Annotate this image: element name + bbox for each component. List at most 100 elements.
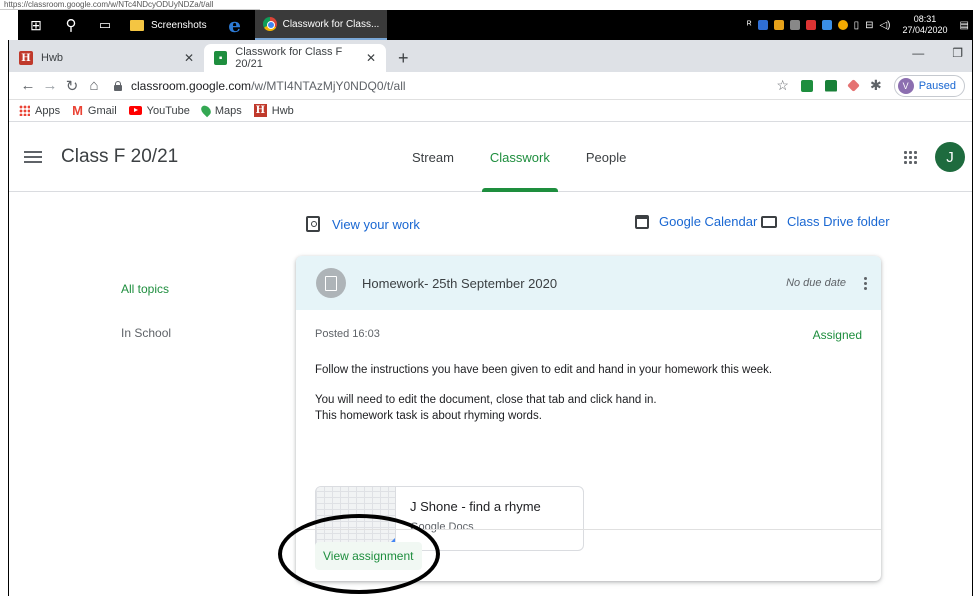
home-icon[interactable]: ⌂ (83, 77, 105, 94)
bookmark-hwb[interactable]: H Hwb (253, 104, 294, 117)
tab-classwork[interactable]: ▪ Classwork for Class F 20/21 ✕ (204, 44, 386, 72)
clock-date: 27/04/2020 (902, 25, 948, 35)
bookmark-apps[interactable]: Apps (19, 105, 60, 117)
close-tab-icon[interactable]: ✕ (366, 51, 376, 65)
tab-stream[interactable]: Stream (394, 123, 472, 192)
windows-start-icon[interactable]: ⊞ (18, 10, 54, 40)
tab-classwork-nav[interactable]: Classwork (472, 123, 568, 192)
bookmark-hwb-label: Hwb (271, 104, 294, 117)
back-icon[interactable]: ← (17, 77, 39, 94)
toolbar-right: ☆ ✱ V Paused (776, 74, 965, 97)
tab-classwork-title: Classwork for Class F 20/21 (235, 46, 343, 70)
left-margin (0, 10, 18, 40)
google-apps-icon[interactable] (903, 150, 917, 164)
new-tab-button[interactable]: + (386, 44, 421, 72)
bookmark-star-icon[interactable]: ☆ (776, 77, 789, 94)
top-url-text: https://classroom.google.com/w/NTc4NDcyO… (0, 0, 260, 10)
tab-hwb-title: Hwb (41, 52, 64, 64)
youtube-icon (128, 106, 142, 115)
topic-list: All topics In School (121, 282, 171, 370)
more-options-icon[interactable] (864, 276, 867, 290)
window-controls: — ❐ (912, 46, 963, 60)
reload-icon[interactable]: ↻ (61, 77, 83, 95)
system-tray: ᴿ ▯ ⊟ ◁) 08:31 27/04/2020 ▤ (747, 14, 973, 36)
profile-avatar: V (897, 77, 914, 94)
calendar-icon (635, 214, 649, 229)
browser-toolbar: ← → ↻ ⌂ classroom.google.com/w/MTI4NTAzM… (9, 72, 973, 100)
battery-icon[interactable]: ▯ (854, 20, 860, 31)
class-drive-link[interactable]: Class Drive folder (761, 214, 890, 229)
status-badge: Assigned (812, 328, 862, 342)
header-right: J (903, 142, 965, 172)
class-drive-label: Class Drive folder (787, 214, 890, 229)
tab-strip: H Hwb ✕ ▪ Classwork for Class F 20/21 ✕ … (9, 40, 973, 72)
user-avatar[interactable]: J (935, 142, 965, 172)
instruction-line: This homework task is about rhyming word… (315, 410, 542, 422)
tray-app-icon[interactable] (789, 20, 800, 30)
folder-icon (761, 215, 777, 228)
extensions-puzzle-icon[interactable]: ✱ (870, 77, 882, 94)
hwb-favicon-icon: H (19, 51, 33, 65)
people-icon[interactable]: ᴿ (747, 20, 752, 31)
clock-time: 08:31 (913, 14, 937, 24)
taskbar-chrome-label: Classwork for Class... (282, 18, 380, 30)
bookmark-gmail[interactable]: M Gmail (72, 103, 117, 118)
notifications-icon[interactable]: ▤ (960, 20, 969, 31)
posted-time: Posted 16:03 (315, 328, 380, 340)
restore-icon[interactable]: ❐ (952, 46, 963, 60)
taskbar-screenshots[interactable]: Screenshots (122, 10, 215, 40)
main-menu-icon[interactable] (24, 151, 42, 163)
classwork-actions: View your work Google Calendar Class Dri… (9, 214, 973, 240)
topic-all-topics[interactable]: All topics (121, 282, 171, 296)
gmail-icon: M (72, 103, 83, 118)
google-calendar-link[interactable]: Google Calendar (635, 214, 757, 229)
assignment-instructions: Follow the instructions you have been gi… (315, 362, 865, 438)
classroom-extension-icon[interactable] (800, 79, 813, 92)
tray-app-icon[interactable] (757, 20, 768, 30)
clock[interactable]: 08:31 27/04/2020 (903, 14, 948, 36)
class-nav-tabs: Stream Classwork People (394, 123, 644, 192)
tray-app-icon[interactable] (805, 20, 816, 30)
view-your-work-link[interactable]: View your work (306, 216, 420, 232)
url-path: /w/MTI4NTAzMjY0NDQ0/t/all (251, 78, 406, 93)
task-view-icon[interactable]: ▭ (88, 10, 122, 40)
close-tab-icon[interactable]: ✕ (184, 51, 194, 65)
google-calendar-label: Google Calendar (659, 214, 758, 229)
maps-pin-icon (199, 103, 213, 118)
minimize-icon[interactable]: — (912, 46, 924, 60)
taskbar-chrome[interactable]: Classwork for Class... (254, 10, 388, 40)
attachment-title: J Shone - find a rhyme (410, 499, 541, 514)
tab-hwb[interactable]: H Hwb ✕ (9, 44, 204, 72)
cast-extension-icon[interactable] (824, 79, 837, 92)
volume-icon[interactable]: ◁) (879, 20, 890, 31)
address-bar[interactable]: classroom.google.com/w/MTI4NTAzMjY0NDQ0/… (113, 74, 768, 98)
profile-button[interactable]: V Paused (893, 74, 965, 97)
folder-icon (130, 19, 144, 31)
tab-people[interactable]: People (568, 123, 644, 192)
instruction-line: You will need to edit the document, clos… (315, 394, 657, 406)
topic-in-school[interactable]: In School (121, 326, 171, 340)
tray-app-icon[interactable] (821, 20, 832, 30)
extension-icon[interactable] (847, 79, 860, 92)
classroom-header: Class F 20/21 Stream Classwork People J (9, 123, 973, 192)
bookmark-maps-label: Maps (214, 104, 242, 117)
bookmark-youtube-label: YouTube (146, 104, 190, 117)
assignment-title: Homework- 25th September 2020 (362, 275, 558, 291)
bookmarks-bar: Apps M Gmail YouTube Maps H Hwb (9, 100, 973, 122)
browser-window: H Hwb ✕ ▪ Classwork for Class F 20/21 ✕ … (9, 40, 973, 596)
forward-icon[interactable]: → (39, 77, 61, 94)
classroom-favicon-icon: ▪ (214, 51, 228, 65)
internet-explorer-icon[interactable]: e (215, 10, 255, 40)
search-icon[interactable]: ⚲ (54, 10, 88, 40)
class-name[interactable]: Class F 20/21 (61, 146, 178, 168)
network-icon[interactable]: ⊟ (865, 20, 873, 31)
bookmark-maps[interactable]: Maps (199, 103, 242, 118)
assignment-icon (316, 268, 346, 298)
hand-drawn-circle-annotation (278, 514, 440, 594)
bookmark-youtube[interactable]: YouTube (128, 104, 190, 117)
tray-app-icon[interactable] (773, 20, 784, 30)
profile-status: Paused (918, 79, 956, 92)
assignment-header[interactable]: Homework- 25th September 2020 No due dat… (296, 256, 881, 310)
bookmark-gmail-label: Gmail (87, 104, 117, 117)
tray-app-icon[interactable] (837, 20, 848, 30)
